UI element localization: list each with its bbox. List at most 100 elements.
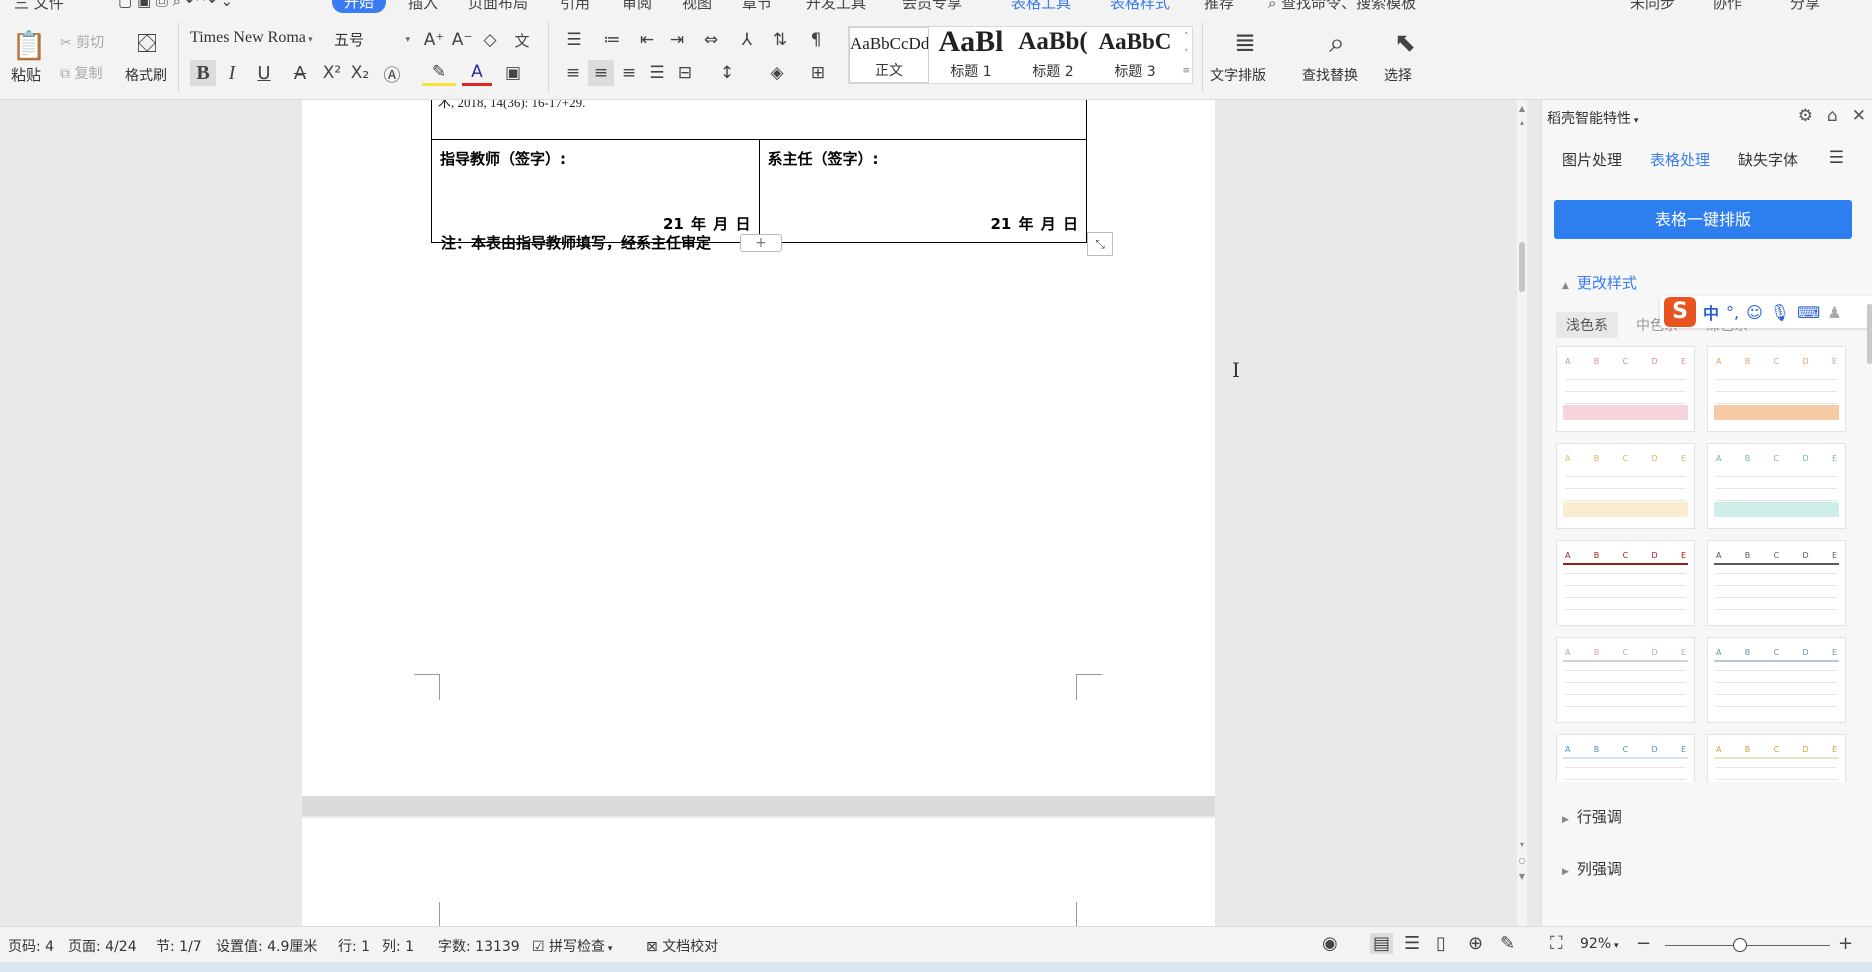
- zoom-in-icon[interactable]: +: [1838, 933, 1853, 954]
- panel-scrollbar[interactable]: [1867, 304, 1872, 364]
- hamburger-menu-icon[interactable]: ☰: [1829, 148, 1844, 168]
- resize-table-icon[interactable]: ⤡: [1087, 232, 1113, 256]
- status-setting[interactable]: 设置值: 4.9厘米: [216, 936, 317, 956]
- highlight-icon[interactable]: ✎: [422, 60, 456, 86]
- styles-gallery[interactable]: AaBbCcDd 正文 AaBl 标题 1 AaBb( 标题 2 AaBbC 标…: [848, 26, 1193, 84]
- justify-icon[interactable]: ☰: [644, 60, 670, 86]
- menu-tab-view[interactable]: 视图: [682, 0, 712, 13]
- one-click-table-layout-button[interactable]: 表格一键排版: [1554, 200, 1852, 239]
- tab-light-colors[interactable]: 浅色系: [1556, 312, 1618, 338]
- table-style-thumbnail[interactable]: A B C D E: [1707, 637, 1846, 723]
- document-page[interactable]: [302, 818, 1215, 926]
- zoom-slider-knob[interactable]: [1733, 938, 1747, 952]
- status-row[interactable]: 行: 1: [338, 936, 370, 956]
- font-name-select[interactable]: Times New Roma ▾: [186, 28, 331, 52]
- text-layout-button[interactable]: 文字排版: [1210, 65, 1266, 85]
- show-marks-icon[interactable]: ¶: [802, 28, 830, 52]
- increase-indent-icon[interactable]: ⇥: [664, 28, 690, 52]
- eye-protection-icon[interactable]: ◉: [1322, 933, 1338, 954]
- decrease-indent-icon[interactable]: ⇤: [634, 28, 660, 52]
- paste-button[interactable]: 粘贴: [11, 64, 41, 85]
- tab-table-processing[interactable]: 表格处理: [1650, 149, 1710, 170]
- menu-file[interactable]: 三 文件: [14, 0, 64, 13]
- text-direction-icon[interactable]: ⅄: [734, 28, 760, 52]
- document-page[interactable]: 术, 2018, 14(36): 16-17+29. 指导教师（签字）: 21 …: [302, 100, 1240, 796]
- user-icon[interactable]: ♟: [1827, 303, 1841, 322]
- find-replace-button[interactable]: 查找替换: [1302, 65, 1358, 85]
- chinese-layout-icon[interactable]: ⇔: [694, 28, 728, 52]
- menu-tab-references[interactable]: 引用: [560, 0, 590, 13]
- menu-tab-developer[interactable]: 开发工具: [806, 0, 866, 13]
- table-row[interactable]: 术, 2018, 14(36): 16-17+29.: [432, 100, 1086, 140]
- font-color-icon[interactable]: A: [462, 60, 492, 86]
- add-row-button[interactable]: +: [740, 234, 782, 252]
- punctuation-icon[interactable]: °,: [1726, 303, 1739, 322]
- microphone-icon[interactable]: 🎙: [1770, 303, 1790, 322]
- head-signature-cell[interactable]: 系主任（签字）: 21 年 月 日: [758, 140, 1087, 242]
- status-word-count[interactable]: 字数: 13139: [438, 936, 520, 956]
- cut-button[interactable]: ✂ 剪切: [60, 32, 104, 52]
- scroll-up-icon[interactable]: ▲: [1517, 104, 1527, 113]
- table-row[interactable]: 指导教师（签字）: 21 年 月 日 系主任（签字）: 21 年 月 日: [432, 140, 1086, 242]
- line-spacing-icon[interactable]: ↕: [710, 60, 744, 86]
- table-style-thumbnail[interactable]: A B C D E: [1556, 443, 1695, 529]
- select-cursor-icon[interactable]: ⬉: [1390, 26, 1420, 60]
- table-style-thumbnail[interactable]: A B C D E: [1556, 637, 1695, 723]
- align-center-icon[interactable]: ≡: [588, 60, 614, 86]
- bullets-icon[interactable]: ☰: [558, 28, 590, 52]
- style-heading-2[interactable]: AaBb( 标题 2: [1013, 27, 1093, 83]
- table-style-thumbnail[interactable]: A B C D E: [1707, 346, 1846, 432]
- table-style-thumbnail[interactable]: A B C D E: [1556, 346, 1695, 432]
- doc-proofread-button[interactable]: ⊠ 文档校对: [646, 936, 718, 956]
- menu-tab-table-tools[interactable]: 表格工具: [1011, 0, 1071, 13]
- collab-button[interactable]: 协作: [1712, 0, 1742, 13]
- change-style-section[interactable]: ▲ 更改样式: [1562, 272, 1637, 293]
- close-icon[interactable]: ✕: [1852, 106, 1866, 126]
- outline-view-icon[interactable]: ☰: [1404, 933, 1420, 954]
- gear-icon[interactable]: ⚙: [1798, 106, 1813, 126]
- shading-icon[interactable]: ◈: [760, 60, 794, 86]
- shrink-font-icon[interactable]: A⁻: [450, 28, 474, 52]
- copy-button[interactable]: ⧉ 复制: [60, 63, 102, 83]
- grow-font-icon[interactable]: A⁺: [422, 28, 446, 52]
- row-emphasis-section[interactable]: ▶ 行强调: [1562, 806, 1622, 827]
- gallery-scroll-icon[interactable]: ˄ ˅ ≡: [1182, 29, 1190, 80]
- text-layout-icon[interactable]: ≣: [1228, 26, 1262, 60]
- scroll-down-icon[interactable]: ▾: [1517, 840, 1527, 849]
- font-size-select[interactable]: 五号 ▾: [330, 28, 415, 52]
- fit-page-icon[interactable]: ⛶: [1550, 933, 1563, 954]
- char-border-icon[interactable]: ▣: [500, 60, 526, 86]
- table-style-thumbnail[interactable]: A B C D E: [1556, 540, 1695, 626]
- scroll-up-icon[interactable]: ▴: [1517, 118, 1527, 127]
- numbering-icon[interactable]: ≔: [596, 28, 628, 52]
- zoom-level-select[interactable]: 92% ▾: [1580, 936, 1619, 952]
- menu-tab-insert[interactable]: 插入: [408, 0, 438, 13]
- menu-tab-chapter[interactable]: 章节: [742, 0, 772, 13]
- clear-format-icon[interactable]: ◇: [478, 28, 502, 52]
- table-style-thumbnail[interactable]: A B C D E: [1707, 734, 1846, 782]
- menu-tab-table-style[interactable]: 表格样式: [1110, 0, 1170, 13]
- keyboard-icon[interactable]: ⌨: [1797, 303, 1820, 322]
- menu-tab-recommend[interactable]: 推荐: [1204, 0, 1234, 13]
- underline-icon[interactable]: U: [248, 60, 280, 86]
- menu-tab-home[interactable]: 开始: [332, 0, 387, 13]
- status-pages[interactable]: 页面: 4/24: [68, 936, 137, 956]
- tab-image-processing[interactable]: 图片处理: [1562, 149, 1622, 170]
- document-canvas[interactable]: 术, 2018, 14(36): 16-17+29. 指导教师（签字）: 21 …: [0, 100, 1527, 926]
- menu-tab-review[interactable]: 审阅: [622, 0, 652, 13]
- quick-access-icons[interactable]: ▢ ▣ ⎙ ⌕ ↶ ↷ ⌄: [118, 0, 233, 10]
- format-painter-button[interactable]: 格式刷: [125, 65, 167, 85]
- ime-toolbar[interactable]: S 中 °, ☺ 🎙 ⌨ ♟: [1660, 296, 1872, 328]
- table-style-thumbnail[interactable]: A B C D E: [1707, 443, 1846, 529]
- align-right-icon[interactable]: ≡: [616, 60, 642, 86]
- sync-status[interactable]: 未同步: [1630, 0, 1675, 13]
- pinyin-icon[interactable]: 文: [506, 28, 538, 52]
- ime-mode[interactable]: 中: [1703, 300, 1719, 324]
- share-button[interactable]: 分享: [1790, 0, 1820, 13]
- signature-table[interactable]: 术, 2018, 14(36): 16-17+29. 指导教师（签字）: 21 …: [431, 100, 1087, 243]
- scroll-down-icon[interactable]: ▼: [1517, 872, 1527, 881]
- paste-icon[interactable]: 📋: [12, 28, 47, 62]
- superscript-icon[interactable]: X²: [320, 60, 344, 86]
- style-heading-3[interactable]: AaBbC 标题 3: [1095, 27, 1175, 83]
- status-col[interactable]: 列: 1: [382, 936, 414, 956]
